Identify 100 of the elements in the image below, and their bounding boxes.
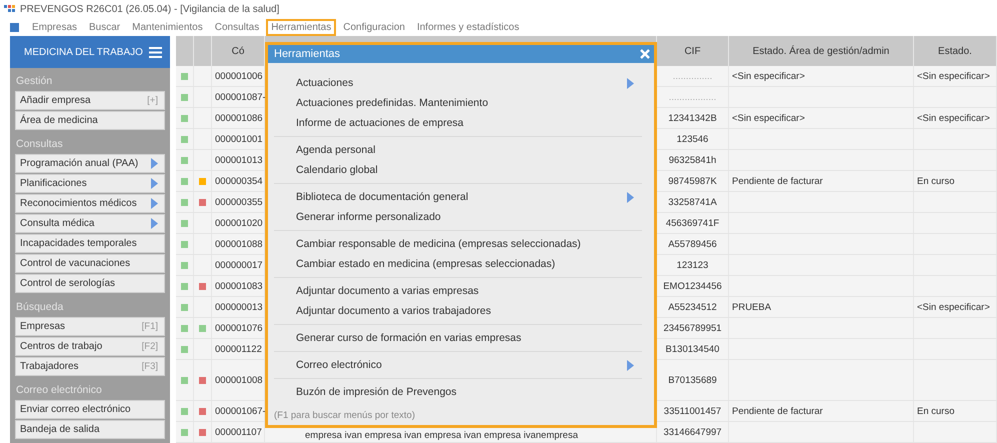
table-cell: 000001122	[215, 344, 262, 354]
table-cell: 000000013	[215, 302, 263, 312]
sidebar-item-label: Control de vacunaciones	[20, 258, 130, 269]
table-cell: 000000017	[215, 260, 263, 270]
table-cell: <Sin especificar>	[732, 112, 805, 124]
menu-item[interactable]: Cambiar responsable de medicina (empresas seleccionadas)	[274, 234, 642, 254]
sidebar-section-title: Búsqueda	[15, 300, 64, 315]
table-cell: 23456789951	[663, 322, 722, 334]
table-cell: ...............	[672, 70, 712, 82]
sidebar-item-label: Bandeja de salida	[20, 424, 100, 435]
menu-item[interactable]: Actuaciones predefinidas. Mantenimiento	[274, 93, 642, 113]
table-cell: <Sin especificar>	[732, 70, 805, 82]
sidebar-item[interactable]: Añadir empresa [+]	[15, 91, 165, 110]
table-cell: 000001107	[215, 426, 262, 438]
column-header: Có	[232, 46, 244, 56]
app-logo-icon	[4, 5, 15, 14]
menubar-item[interactable]: Herramientas	[266, 18, 336, 36]
table-cell: 000001006	[215, 70, 263, 82]
table-cell: 000001076	[215, 322, 263, 334]
menu-item[interactable]: Actuaciones	[274, 73, 642, 93]
menu-item[interactable]: Buzón de impresión de Prevengos	[274, 382, 642, 402]
table-cell: 000001086	[215, 112, 263, 124]
sidebar-item-label: Trabajadores	[20, 361, 79, 372]
shortcut-label: [+]	[147, 95, 158, 106]
table-cell: PRUEBA	[732, 302, 772, 312]
menubar-item[interactable]: Empresas	[27, 18, 82, 36]
table-cell: 33258741A	[668, 196, 717, 208]
sidebar-item-label: Incapacidades temporales	[20, 238, 137, 249]
menu-title: Herramientas	[274, 48, 340, 60]
menubar-item[interactable]: Mantenimientos	[127, 18, 208, 36]
table-cell: 000000355	[215, 196, 263, 208]
table-cell: A55789456	[668, 238, 717, 250]
close-icon[interactable]	[640, 49, 650, 59]
table-cell: 33146647997	[663, 426, 722, 438]
sidebar-item[interactable]: Centros de trabajo [F2]	[15, 337, 165, 356]
sidebar-section-title: Correo electrónico	[15, 383, 103, 398]
menubar-item[interactable]: Buscar	[84, 18, 126, 36]
sidebar-item[interactable]: Reconocimientos médicos	[15, 194, 165, 213]
menu-item[interactable]: Adjuntar documento a varios trabajadores	[274, 301, 642, 321]
sidebar-item-label: Planificaciones	[20, 178, 87, 189]
menu-item[interactable]: Informe de actuaciones de empresa	[274, 113, 642, 133]
submenu-arrow-icon	[151, 218, 158, 229]
submenu-arrow-icon	[627, 360, 634, 370]
menu-item[interactable]: Correo electrónico	[274, 355, 642, 375]
table-cell: 000001083	[215, 280, 263, 292]
table-cell: EMO1234456	[663, 280, 722, 292]
window-menu-icon[interactable]	[10, 22, 19, 32]
table-cell: 000001087-	[215, 92, 266, 102]
sidebar-item[interactable]: Programación anual (PAA)	[15, 154, 165, 173]
menu-item[interactable]: Calendario global	[274, 160, 642, 180]
sidebar-item[interactable]: Planificaciones	[15, 174, 165, 193]
table-cell: empresa ivan empresa ivan empresa ivan empresa ivanempresa	[305, 430, 578, 441]
table-cell: Pendiente de facturar	[732, 176, 823, 186]
submenu-arrow-icon	[151, 158, 158, 169]
shortcut-label: [F1]	[142, 321, 158, 332]
sidebar-item-label: Programación anual (PAA)	[20, 158, 138, 169]
table-cell: 456369741F	[666, 218, 720, 228]
window-title: PREVENGOS R26C01 (26.05.04) - [Vigilancia de la salud]	[20, 4, 280, 15]
sidebar-item[interactable]: Área de medicina	[15, 111, 165, 130]
table-cell: B130134540	[666, 344, 720, 354]
table-cell: <Sin especificar>	[917, 70, 990, 82]
menu-item[interactable]: Generar informe personalizado	[274, 207, 642, 227]
table-cell: 000001088	[215, 238, 263, 250]
table-cell: 000001067-	[215, 406, 266, 416]
sidebar-item[interactable]: Consulta médica	[15, 214, 165, 233]
table-cell: 000001008	[215, 374, 263, 386]
table-cell: A55234512	[668, 302, 717, 312]
sidebar-item[interactable]: Enviar correo electrónico	[15, 400, 165, 419]
menubar-item[interactable]: Informes y estadísticos	[412, 18, 524, 36]
table-cell: En curso	[917, 176, 954, 186]
menubar-item[interactable]: Configuracion	[338, 18, 410, 36]
table-cell: 000001013	[215, 154, 263, 166]
menu-item[interactable]: Biblioteca de documentación general	[274, 187, 642, 207]
submenu-arrow-icon	[151, 198, 158, 209]
sidebar-item[interactable]: Control de serologías	[15, 274, 165, 293]
shortcut-label: [F3]	[142, 361, 158, 372]
sidebar-item[interactable]: Trabajadores [F3]	[15, 357, 165, 376]
table-cell: Pendiente de facturar	[732, 406, 823, 416]
menu-item[interactable]: Adjuntar documento a varias empresas	[274, 281, 642, 301]
column-header: CIF	[684, 46, 701, 56]
sidebar-item[interactable]: Control de vacunaciones	[15, 254, 165, 273]
menu-icon[interactable]	[149, 46, 162, 58]
table-cell: 000001001	[215, 134, 263, 144]
submenu-arrow-icon	[627, 192, 634, 202]
table-cell: En curso	[917, 406, 954, 416]
menu-item[interactable]: Cambiar estado en medicina (empresas seleccionadas)	[274, 254, 642, 274]
menu-item[interactable]: Agenda personal	[274, 140, 642, 160]
sidebar-item[interactable]: Bandeja de salida	[15, 420, 165, 439]
sidebar-item[interactable]: Empresas [F1]	[15, 317, 165, 336]
table-cell: 000000354	[215, 176, 263, 186]
sidebar-item-label: Empresas	[20, 321, 66, 332]
table-cell: <Sin especificar>	[917, 302, 990, 312]
menubar-item[interactable]: Consultas	[210, 18, 264, 36]
sidebar-item[interactable]: Incapacidades temporales	[15, 234, 165, 253]
sidebar-title: MEDICINA DEL TRABAJO	[24, 46, 143, 58]
menu-item[interactable]: Generar curso de formación en varias empresas	[274, 328, 642, 348]
column-header: Estado.	[938, 46, 972, 56]
sidebar-item-label: Consulta médica	[20, 218, 94, 229]
submenu-arrow-icon	[151, 178, 158, 189]
table-cell: ..................	[668, 92, 716, 102]
